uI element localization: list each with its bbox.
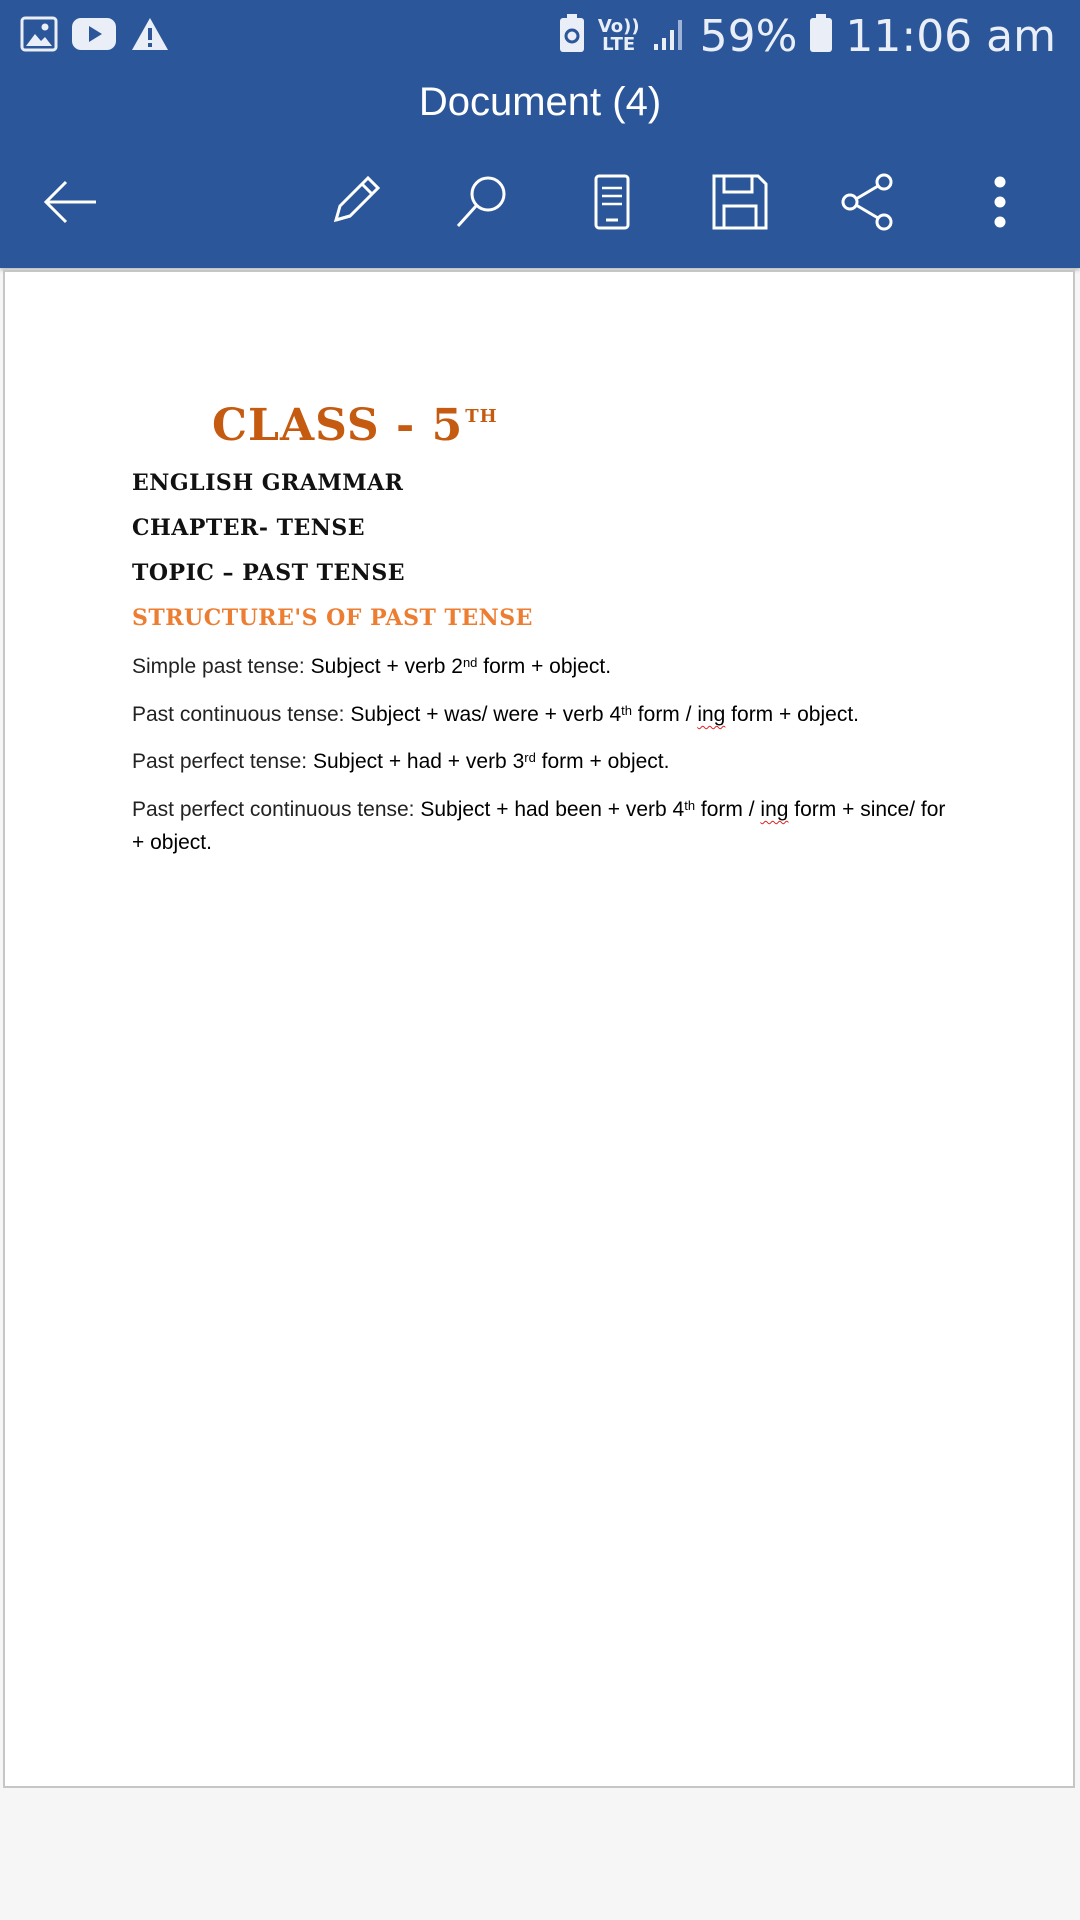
heading-text: CLASS - 5 xyxy=(212,400,464,451)
search-button[interactable] xyxy=(450,170,514,234)
youtube-icon xyxy=(72,17,116,55)
formula-text: Subject + verb 2 xyxy=(310,655,463,678)
notification-icons xyxy=(20,16,170,56)
share-button[interactable] xyxy=(836,170,900,234)
past-continuous-line: Past continuous tense: Subject + was/ we… xyxy=(132,698,952,731)
formula-text: form + object. xyxy=(535,750,670,773)
topic-line: TOPIC – PAST TENSE xyxy=(132,560,406,586)
subject-line: ENGLISH GRAMMAR xyxy=(132,470,404,496)
spellcheck-word[interactable]: ing xyxy=(697,703,725,726)
structures-title: STRUCTURE'S OF PAST TENSE xyxy=(132,605,533,631)
lte-label: LTE xyxy=(602,34,636,55)
ordinal-superscript: nd xyxy=(462,655,478,670)
document-heading: CLASS - 5 TH xyxy=(212,400,498,451)
formula-text: Subject + had been + verb 4 xyxy=(420,798,685,821)
spellcheck-word[interactable]: ing xyxy=(760,798,788,821)
back-button[interactable] xyxy=(38,170,102,234)
formula-text: form + object. xyxy=(725,703,859,726)
status-bar: Vo)) LTE 59% 11:06 am xyxy=(0,0,1080,72)
save-icon xyxy=(712,174,768,230)
past-perfect-line: Past perfect tense: Subject + had + verb… xyxy=(132,745,952,778)
search-icon xyxy=(456,176,506,228)
formula-text: Subject + was/ were + verb 4 xyxy=(350,703,622,726)
warning-icon xyxy=(130,16,170,57)
chapter-line: CHAPTER- TENSE xyxy=(132,515,366,541)
share-icon xyxy=(841,173,893,231)
more-options-button[interactable] xyxy=(968,170,1032,234)
edit-icon xyxy=(333,175,381,223)
tense-label: Past continuous tense: xyxy=(132,703,351,726)
battery-icon xyxy=(809,13,833,59)
tense-label: Simple past tense: xyxy=(132,655,311,678)
heading-superscript: TH xyxy=(465,406,498,427)
tense-label: Past perfect tense: xyxy=(132,750,313,773)
past-perfect-continuous-line: Past perfect continuous tense: Subject +… xyxy=(132,793,952,859)
edit-button[interactable] xyxy=(322,170,386,234)
document-page[interactable] xyxy=(3,270,1075,1788)
document-title: Document (4) xyxy=(418,80,662,124)
formula-text: form + object. xyxy=(477,655,612,678)
signal-icon xyxy=(652,16,688,57)
formula-text: form / xyxy=(695,798,761,821)
formula-text: Subject + had + verb 3 xyxy=(312,750,525,773)
back-icon xyxy=(43,180,96,224)
toolbar xyxy=(0,150,1080,250)
network-type: Vo)) LTE xyxy=(598,18,640,54)
app-bar: Vo)) LTE 59% 11:06 am Document (4) xyxy=(0,0,1080,268)
mobile-view-button[interactable] xyxy=(580,170,644,234)
clock: 11:06 am xyxy=(845,10,1056,62)
save-button[interactable] xyxy=(708,170,772,234)
tense-label: Past perfect continuous tense: xyxy=(132,798,421,821)
ordinal-superscript: th xyxy=(684,798,696,813)
system-status: Vo)) LTE 59% 11:06 am xyxy=(558,8,1056,64)
gallery-icon xyxy=(20,16,58,57)
ordinal-superscript: rd xyxy=(524,750,536,765)
more-icon xyxy=(994,176,1006,228)
simple-past-line: Simple past tense: Subject + verb 2nd fo… xyxy=(132,650,952,683)
battery-saver-icon xyxy=(558,13,586,59)
mobile-view-icon xyxy=(594,174,630,230)
ordinal-superscript: th xyxy=(621,703,632,718)
formula-text: form / xyxy=(631,703,698,726)
battery-percent: 59% xyxy=(699,10,798,62)
